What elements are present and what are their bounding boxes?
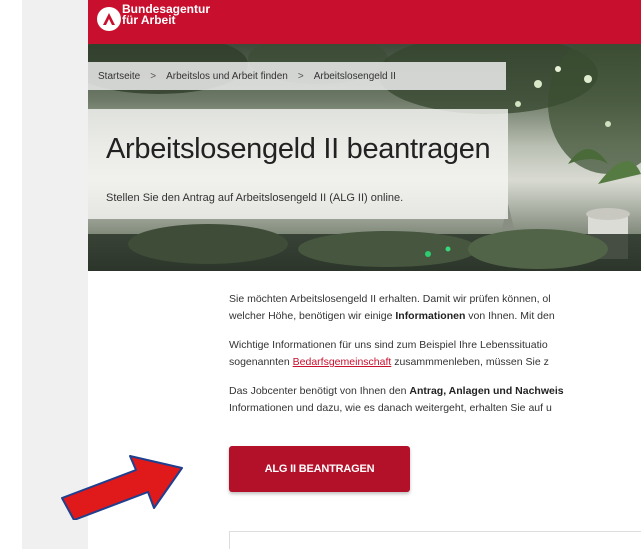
breadcrumb-unemployed-link[interactable]: Arbeitslos und Arbeit finden: [166, 71, 288, 82]
breadcrumb-separator: >: [297, 70, 304, 82]
alg-ii-apply-button[interactable]: ALG II BEANTRAGEN: [229, 446, 410, 492]
breadcrumb-separator: >: [150, 70, 157, 82]
p1-informationen-bold: Informationen: [395, 310, 466, 322]
bedarfsgemeinschaft-link[interactable]: Bedarfsgemeinschaft: [293, 356, 392, 368]
hero-title-box: Arbeitslosengeld II beantragen Stellen S…: [88, 109, 508, 219]
p2-line-1: Wichtige Informationen für uns sind zum …: [229, 339, 548, 351]
logo-line-2: für Arbeit: [122, 13, 176, 27]
p3-antrag-bold: Antrag, Anlagen und Nachweis: [409, 385, 564, 397]
ba-logo-icon[interactable]: [95, 5, 123, 33]
p2-line-2c: zusammmenleben, müssen Sie z: [391, 356, 549, 368]
breadcrumb: Startseite > Arbeitslos und Arbeit finde…: [88, 62, 506, 90]
p1-line-2c: von Ihnen. Mit den: [465, 310, 555, 322]
red-arrow-annotation-icon: [61, 455, 183, 520]
p2-line-2a: sogenannten: [229, 356, 293, 368]
site-header: Bundesagentur für Arbeit: [88, 0, 641, 44]
intro-text: Sie möchten Arbeitslosengeld II erhalten…: [229, 291, 641, 429]
paragraph-2: Wichtige Informationen für uns sind zum …: [229, 337, 641, 371]
left-margin: [0, 0, 22, 549]
content-card: [229, 531, 641, 549]
p3-line-2: Informationen und dazu, wie es danach we…: [229, 402, 552, 414]
p3-line-1a: Das Jobcenter benötigt von Ihnen den: [229, 385, 410, 397]
paragraph-3: Das Jobcenter benötigt von Ihnen den Ant…: [229, 383, 641, 417]
page-subtitle: Stellen Sie den Antrag auf Arbeitsloseng…: [106, 192, 404, 204]
breadcrumb-home-link[interactable]: Startseite: [98, 71, 140, 82]
logo-wordmark[interactable]: Bundesagentur für Arbeit: [122, 3, 210, 27]
breadcrumb-current: Arbeitslosengeld II: [313, 70, 396, 82]
hero-banner: Startseite > Arbeitslos und Arbeit finde…: [88, 44, 641, 271]
p1-line-1: Sie möchten Arbeitslosengeld II erhalten…: [229, 293, 551, 305]
page-title: Arbeitslosengeld II beantragen: [106, 133, 491, 165]
p1-line-2a: welcher Höhe, benötigen wir einige: [229, 310, 396, 322]
paragraph-1: Sie möchten Arbeitslosengeld II erhalten…: [229, 291, 641, 325]
